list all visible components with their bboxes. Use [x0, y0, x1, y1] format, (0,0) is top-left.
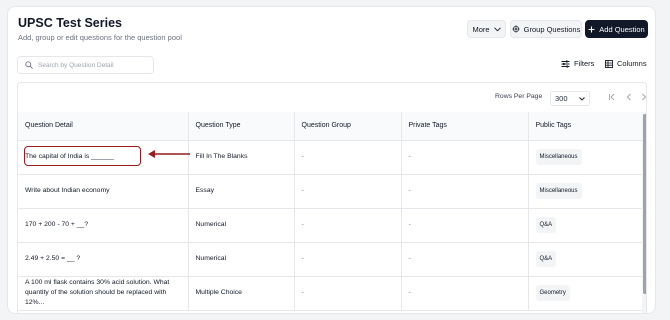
columns-icon [605, 59, 613, 68]
first-page-icon[interactable] [608, 93, 616, 101]
table-row[interactable]: Write about Indian economy Essay - - Mis… [18, 174, 642, 209]
question-type-cell: Multiple Choice [188, 276, 295, 311]
add-question-button[interactable]: Add Question [585, 20, 648, 38]
private-tags-cell: - [401, 174, 529, 209]
private-tags-cell: - [401, 242, 529, 277]
column-header-question-detail[interactable]: Question Detail [18, 112, 189, 141]
public-tag-badge: Q&A [535, 251, 557, 267]
group-questions-button[interactable]: Group Questions [510, 20, 582, 38]
public-tags-cell: Q&A [528, 208, 642, 243]
question-type-cell: Fill In The Blanks [188, 140, 295, 175]
question-detail-cell: A 100 ml flask contains 30% acid solutio… [18, 276, 189, 311]
chevron-down-icon [493, 26, 501, 31]
table-row[interactable]: 170 + 200 - 70 + __? Numerical - - Q&A [18, 208, 642, 243]
questions-table: Question Detail Question Type Question G… [18, 112, 642, 311]
rows-per-page-value: 300 [555, 94, 568, 103]
rows-per-page-label: Rows Per Page [495, 93, 543, 100]
private-tags-cell: - [401, 208, 529, 243]
more-button[interactable]: More [467, 20, 506, 38]
columns-label: Columns [617, 59, 647, 68]
filter-sliders-icon [561, 60, 570, 67]
page-subtitle: Add, group or edit questions for the que… [18, 33, 182, 42]
search-icon [25, 61, 33, 69]
questions-table-container: Rows Per Page 300 Question Detail Questi… [17, 82, 647, 313]
prev-page-icon[interactable] [625, 93, 633, 101]
scrollbar-thumb[interactable] [643, 114, 646, 294]
next-page-icon[interactable] [640, 93, 647, 101]
column-header-private-tags[interactable]: Private Tags [401, 112, 529, 141]
annotation-arrow-icon [148, 150, 190, 158]
column-header-public-tags[interactable]: Public Tags [528, 112, 642, 141]
question-type-cell: Numerical [188, 208, 295, 243]
table-row[interactable]: 2.49 + 2.50 = __ ? Numerical - - Q&A [18, 242, 642, 277]
page-title: UPSC Test Series [18, 16, 122, 30]
public-tag-badge: Miscellaneous [535, 183, 582, 199]
public-tag-badge: Geometry [535, 285, 570, 301]
search-input[interactable] [38, 61, 148, 69]
public-tags-cell: Miscellaneous [528, 174, 642, 209]
filters-button[interactable]: Filters [561, 59, 594, 68]
question-pool-card: UPSC Test Series Add, group or edit ques… [7, 6, 656, 314]
question-group-cell: - [294, 208, 402, 243]
question-group-cell: - [294, 140, 402, 175]
more-label: More [472, 24, 490, 34]
plus-icon [588, 26, 595, 32]
question-detail-cell: Write about Indian economy [18, 174, 189, 209]
question-detail-cell: 170 + 200 - 70 + __? [18, 208, 189, 243]
group-questions-label: Group Questions [523, 24, 581, 34]
question-type-cell: Numerical [188, 242, 295, 277]
table-row[interactable]: The capital of India is ______ Fill In T… [18, 140, 642, 175]
question-group-cell: - [294, 174, 402, 209]
table-scrollbar[interactable] [642, 112, 646, 313]
public-tags-cell: Miscellaneous [528, 140, 642, 175]
private-tags-cell: - [401, 140, 529, 175]
question-group-cell: - [294, 276, 402, 311]
public-tags-cell: Q&A [528, 242, 642, 277]
question-group-cell: - [294, 242, 402, 277]
gear-icon [512, 25, 520, 33]
filters-label: Filters [574, 59, 595, 68]
table-row[interactable]: A 100 ml flask contains 30% acid solutio… [18, 276, 642, 311]
public-tag-badge: Q&A [535, 217, 557, 233]
column-header-question-group[interactable]: Question Group [294, 112, 402, 141]
question-detail-cell: 2.49 + 2.50 = __ ? [18, 242, 189, 277]
public-tag-badge: Miscellaneous [535, 149, 582, 165]
column-header-question-type[interactable]: Question Type [188, 112, 295, 141]
pagination-bar: Rows Per Page 300 [18, 83, 647, 112]
chevron-down-icon [579, 96, 585, 101]
rows-per-page-select[interactable]: 300 [550, 91, 590, 106]
add-question-label: Add Question [599, 24, 645, 34]
columns-button[interactable]: Columns [605, 59, 647, 68]
table-header-row: Question Detail Question Type Question G… [18, 112, 642, 141]
public-tags-cell: Geometry [528, 276, 642, 311]
search-box [17, 56, 154, 74]
question-type-cell: Essay [188, 174, 295, 209]
private-tags-cell: - [401, 276, 529, 311]
